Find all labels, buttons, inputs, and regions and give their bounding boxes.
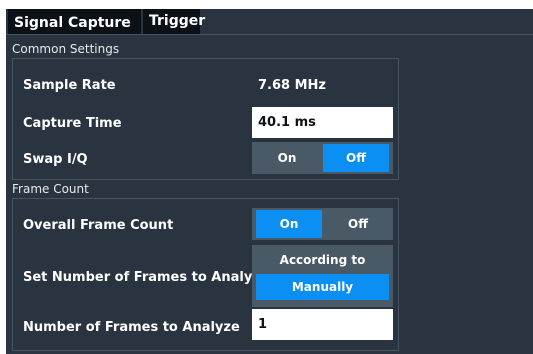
capture-time-label: Capture Time	[23, 116, 122, 131]
swap-iq-toggle[interactable]: On Off	[252, 142, 393, 174]
swap-iq-label: Swap I/Q	[23, 152, 88, 167]
capture-time-field[interactable]: 40.1 ms	[252, 107, 393, 138]
sample-rate-label: Sample Rate	[23, 78, 116, 93]
frame-count-title: Frame Count	[12, 182, 89, 196]
swap-iq-off-button[interactable]: Off	[323, 144, 389, 172]
sample-rate-value: 7.68 MHz	[258, 78, 326, 93]
manually-option[interactable]: Manually	[256, 274, 389, 300]
signal-capture-dialog: Signal Capture Trigger Common Settings S…	[6, 9, 533, 354]
common-settings-title: Common Settings	[12, 42, 120, 56]
overall-frame-count-toggle[interactable]: On Off	[252, 208, 393, 240]
set-number-frames-label: Set Number of Frames to Analyze	[23, 270, 269, 285]
swap-iq-on-button[interactable]: On	[252, 142, 322, 174]
set-number-frames-selector[interactable]: According to Standard Manually	[252, 245, 393, 307]
tab-trigger[interactable]: Trigger	[143, 9, 205, 34]
tab-bar: Signal Capture Trigger	[6, 9, 533, 35]
overall-frame-count-label: Overall Frame Count	[23, 218, 174, 233]
overall-frame-count-on-button[interactable]: On	[256, 210, 322, 238]
overall-frame-count-off-button[interactable]: Off	[323, 208, 393, 240]
number-frames-field[interactable]: 1	[252, 309, 393, 340]
number-frames-label: Number of Frames to Analyze	[23, 320, 240, 335]
according-to-standard-option[interactable]: According to Standard	[252, 249, 393, 289]
tab-signal-capture[interactable]: Signal Capture	[8, 9, 141, 34]
